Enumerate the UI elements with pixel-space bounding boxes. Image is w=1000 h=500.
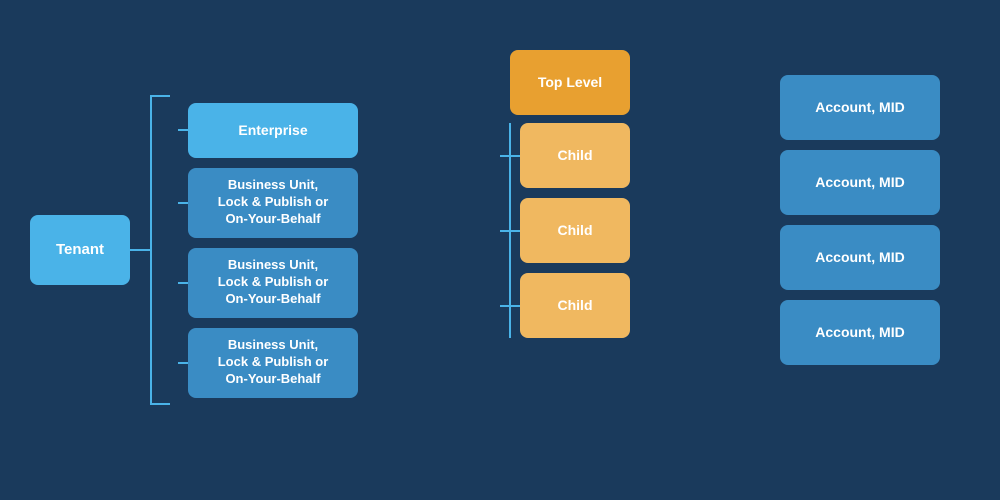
business-unit-node-3: Business Unit, Lock & Publish or On-Your… bbox=[188, 328, 358, 398]
toplevel-section: Top Level Child Child bbox=[500, 50, 630, 338]
enterprise-node: Enterprise bbox=[188, 103, 358, 158]
tenant-hline bbox=[130, 249, 150, 251]
children-tree: Child Child Child bbox=[500, 123, 630, 338]
child2-label: Child bbox=[558, 221, 593, 239]
tree-trunk bbox=[509, 123, 511, 338]
bu2-label: Business Unit, Lock & Publish or On-Your… bbox=[218, 257, 329, 308]
tenant-section: Tenant Enterprise Business Unit, Lock & … bbox=[30, 95, 358, 405]
bracket bbox=[150, 95, 170, 405]
enterprise-label: Enterprise bbox=[238, 121, 307, 139]
child1-label: Child bbox=[558, 146, 593, 164]
child-row-3: Child bbox=[500, 273, 630, 338]
toplevel-node: Top Level bbox=[510, 50, 630, 115]
business-unit-node-1: Business Unit, Lock & Publish or On-Your… bbox=[188, 168, 358, 238]
bu2-hline bbox=[178, 282, 188, 284]
enterprise-hline bbox=[178, 129, 188, 131]
account1-label: Account, MID bbox=[815, 98, 904, 116]
account3-label: Account, MID bbox=[815, 248, 904, 266]
toplevel-wrapper: Top Level bbox=[510, 50, 630, 115]
children-rows: Child Child Child bbox=[500, 123, 630, 338]
account-node-1: Account, MID bbox=[780, 75, 940, 140]
bu1-hline bbox=[178, 202, 188, 204]
toplevel-label: Top Level bbox=[538, 73, 602, 91]
business-unit-row-3: Business Unit, Lock & Publish or On-Your… bbox=[178, 328, 358, 398]
child3-label: Child bbox=[558, 296, 593, 314]
account4-label: Account, MID bbox=[815, 323, 904, 341]
business-unit-row-1: Business Unit, Lock & Publish or On-Your… bbox=[178, 168, 358, 238]
child-node-1: Child bbox=[520, 123, 630, 188]
business-unit-row-2: Business Unit, Lock & Publish or On-Your… bbox=[178, 248, 358, 318]
account-node-2: Account, MID bbox=[780, 150, 940, 215]
diagram: Tenant Enterprise Business Unit, Lock & … bbox=[0, 0, 1000, 500]
child-row-1: Child bbox=[500, 123, 630, 188]
enterprise-row: Enterprise bbox=[178, 103, 358, 158]
bu3-hline bbox=[178, 362, 188, 364]
enterprise-group: Enterprise Business Unit, Lock & Publish… bbox=[178, 103, 358, 398]
accounts-section: Account, MID Account, MID Account, MID A… bbox=[780, 75, 940, 365]
bu3-label: Business Unit, Lock & Publish or On-Your… bbox=[218, 337, 329, 388]
account2-label: Account, MID bbox=[815, 173, 904, 191]
tenant-label: Tenant bbox=[56, 240, 104, 260]
tenant-node: Tenant bbox=[30, 215, 130, 285]
child-node-3: Child bbox=[520, 273, 630, 338]
child-node-2: Child bbox=[520, 198, 630, 263]
business-unit-node-2: Business Unit, Lock & Publish or On-Your… bbox=[188, 248, 358, 318]
child-row-2: Child bbox=[500, 198, 630, 263]
bu1-label: Business Unit, Lock & Publish or On-Your… bbox=[218, 177, 329, 228]
account-node-4: Account, MID bbox=[780, 300, 940, 365]
account-node-3: Account, MID bbox=[780, 225, 940, 290]
